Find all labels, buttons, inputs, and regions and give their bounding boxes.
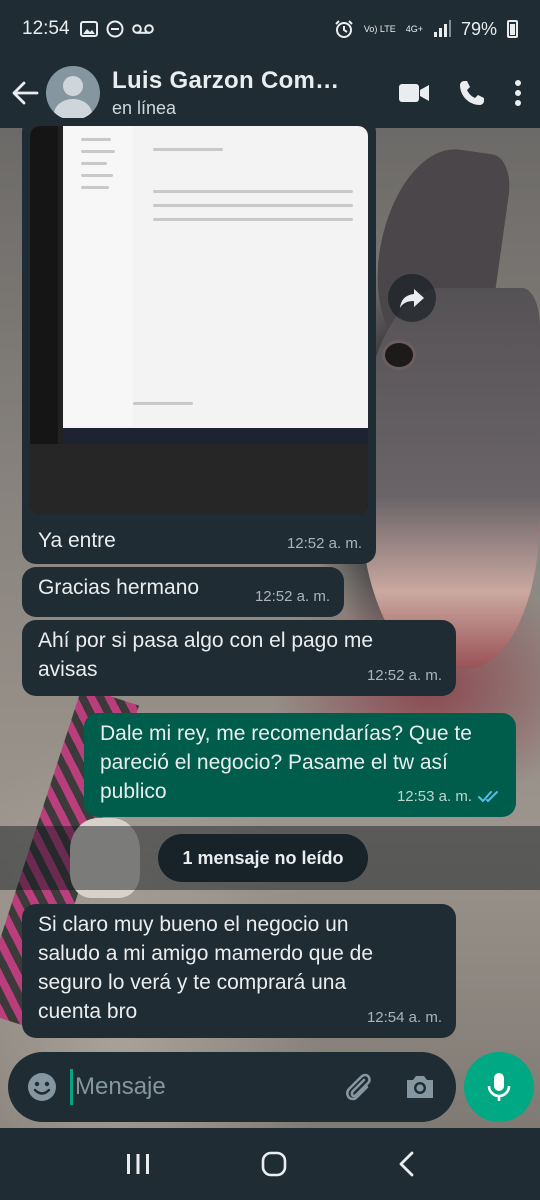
read-receipt-icon [478, 790, 498, 802]
contact-name: Luis Garzon Com… [112, 67, 340, 94]
network-type-label: 4G+ [405, 23, 423, 34]
do-not-disturb-icon [106, 20, 124, 38]
voice-message-button[interactable] [464, 1052, 534, 1122]
emoji-button[interactable] [14, 1052, 70, 1122]
battery-icon [507, 20, 518, 38]
microphone-icon [487, 1073, 511, 1101]
camera-icon[interactable] [404, 1073, 436, 1101]
gallery-notification-icon [79, 21, 98, 37]
message-bubble-outgoing[interactable]: Dale mi rey, me recomendarías? Que te pa… [84, 713, 516, 817]
video-call-icon[interactable] [398, 82, 430, 104]
status-time: 12:54 [22, 18, 70, 39]
unread-messages-badge: 1 mensaje no leído [158, 834, 368, 882]
contact-status: en línea [112, 98, 177, 118]
message-time: 12:53 a. m. [396, 788, 472, 805]
arrow-left-icon [12, 81, 39, 105]
home-icon[interactable] [260, 1150, 288, 1178]
message-time: 12:52 a. m. [286, 535, 362, 552]
wallpaper-dog-eye [382, 340, 416, 370]
voicemail-icon [131, 24, 154, 34]
volte-label: Vo) LTE [363, 23, 396, 34]
message-bubble-incoming[interactable]: Gracias hermano 12:52 a. m. [22, 567, 344, 617]
message-input[interactable] [75, 1073, 275, 1101]
message-time: 12:52 a. m. [254, 588, 330, 605]
signal-icon [433, 20, 451, 37]
message-text: Gracias hermano [38, 576, 200, 599]
photo-laptop-screen [58, 126, 368, 444]
back-button[interactable] [4, 72, 46, 114]
status-bar: 12:54 Vo) LTE 4G+ 79% [0, 0, 540, 58]
message-time: 12:52 a. m. [366, 667, 442, 684]
message-text: Si claro muy bueno el negocio un saludo … [38, 913, 374, 1023]
photo-laptop-base [30, 444, 368, 514]
message-photo[interactable] [30, 126, 368, 514]
text-cursor [70, 1069, 73, 1105]
voice-call-icon[interactable] [458, 79, 486, 107]
forward-arrow-icon [400, 289, 424, 308]
message-bubble-incoming[interactable]: Ahí por si pasa algo con el pago me avis… [22, 620, 456, 696]
message-image-bubble[interactable]: Ya entre 12:52 a. m. [22, 118, 376, 564]
system-navigation-bar [0, 1128, 540, 1200]
attach-icon[interactable] [342, 1071, 374, 1103]
contact-info[interactable]: Luis Garzon Com… en línea [112, 67, 339, 119]
recent-apps-icon[interactable] [125, 1152, 151, 1176]
emoji-icon [28, 1073, 56, 1101]
message-bubble-incoming[interactable]: Si claro muy bueno el negocio un saludo … [22, 904, 456, 1038]
back-nav-icon[interactable] [397, 1150, 415, 1178]
forward-button[interactable] [388, 274, 436, 322]
message-composer [8, 1052, 456, 1122]
message-text: Ya entre [38, 529, 116, 552]
alarm-icon [335, 20, 353, 38]
contact-avatar[interactable] [46, 66, 100, 120]
battery-percent: 79% [460, 18, 497, 39]
message-time: 12:54 a. m. [366, 1009, 442, 1026]
more-options-icon[interactable] [514, 79, 522, 107]
